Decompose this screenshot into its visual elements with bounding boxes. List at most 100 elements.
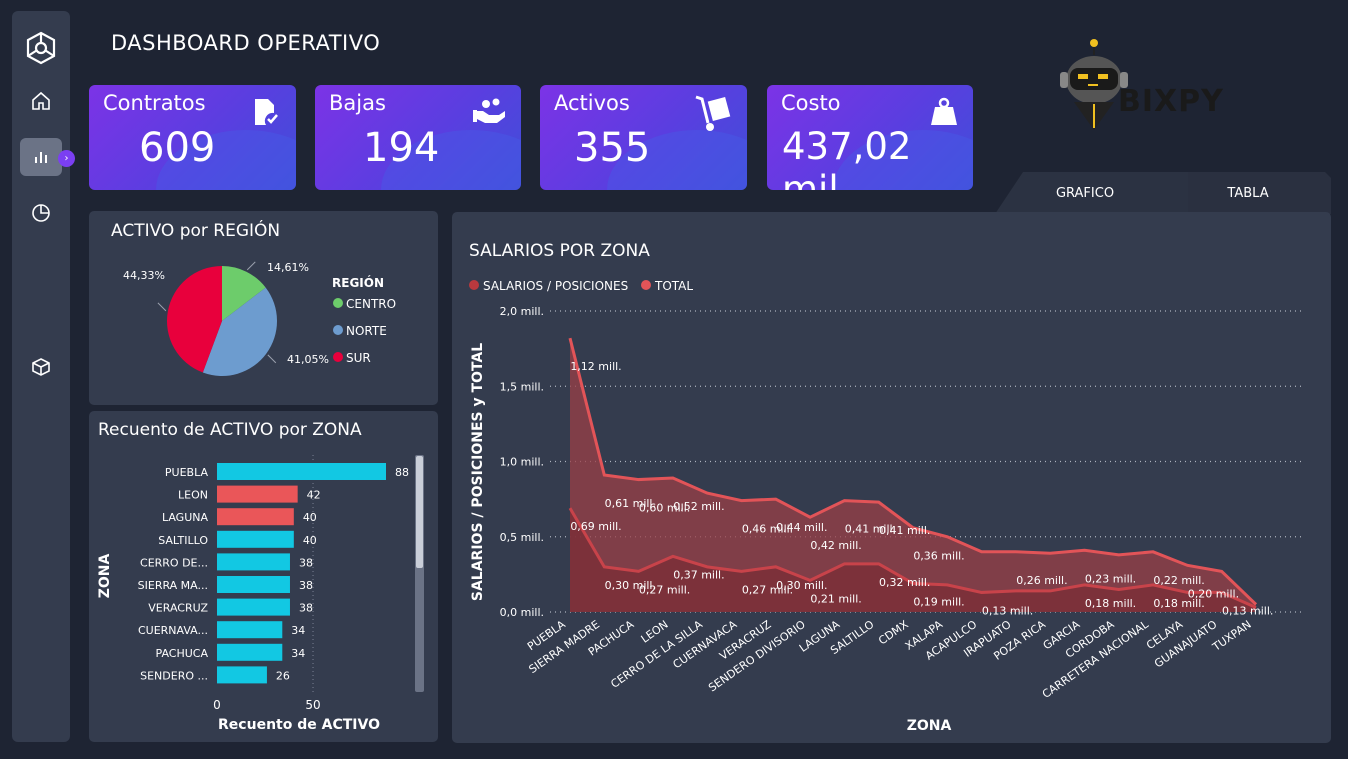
bar-5[interactable] [217,576,290,593]
page-title: DASHBOARD OPERATIVO [111,31,381,55]
area-y-tick: 1,5 mill. [500,380,544,393]
bar-7[interactable] [217,621,283,639]
tab-tabla[interactable]: TABLA [1188,172,1308,214]
area-data-label: 0,19 mill. [913,595,964,608]
hand-truck-icon [693,93,733,137]
view-tabs: GRAFICO TABLA [995,172,1331,214]
contract-icon [250,97,282,133]
pie-data-label: 41,05% [287,353,329,366]
pie-legend-title: REGIÓN [332,275,384,290]
kpi-value: 437,02 mil [782,125,912,190]
sidebar: › [12,11,75,742]
bixpy-logo: BIXPY [1052,38,1252,133]
pie-chart-icon[interactable] [20,194,62,232]
kpi-value: 194 [363,125,440,171]
pie-leader-line [267,354,277,364]
bar-x-tick: 50 [305,698,320,712]
kpi-card-costo: Costo 437,02 mil [767,85,973,190]
bar-9[interactable] [217,666,267,684]
kpi-value: 609 [139,125,216,171]
bar-value-label: 38 [299,579,313,592]
bar-1[interactable] [217,485,298,503]
bar-card: Recuento de ACTIVO por ZONA PUEBLA 88 LEON… [89,411,438,742]
area-x-axis-label: ZONA [907,718,952,734]
kpi-card-bajas: Bajas 194 [315,85,521,190]
pie-chart: 14,61% 41,05% 44,33% CENTRO NORTE SUR REGIÓN [123,261,396,376]
area-data-label: 0,69 mill. [570,520,621,533]
area-data-label: 0,21 mill. [810,592,861,605]
bar-category-label: SENDERO ... [140,669,208,682]
bar-value-label: 34 [291,624,305,637]
handshake-icon [473,97,507,131]
bar-category-label: LEON [178,489,208,502]
bar-category-label: LAGUNA [162,511,209,524]
area-y-tick: 1,0 mill. [500,456,544,469]
bar-category-label: SALTILLO [158,534,208,547]
area-data-label: 0,36 mill. [913,550,964,563]
bar-category-label: CERRO DE... [140,556,208,569]
area-data-label: 0,13 mill. [982,604,1033,617]
bar-category-label: PACHUCA [156,647,209,660]
cube-icon[interactable] [20,348,62,386]
bar-0[interactable] [217,463,386,480]
kpi-label: Contratos [103,91,206,115]
area-data-label: 0,52 mill. [673,500,724,513]
area-y-tick: 0,5 mill. [500,531,544,544]
bar-2[interactable] [217,508,294,526]
kpi-card-contratos: Contratos 609 [89,85,296,190]
area-data-label: 0,13 mill. [1222,604,1273,617]
bar-value-label: 40 [303,511,317,524]
bar-x-axis-label: Recuento de ACTIVO [218,717,380,733]
pie-legend-marker [333,325,343,335]
pie-card: ACTIVO por REGIÓN 14,61% 41,05% 44,33% CENT… [89,211,438,405]
area-data-label: 0,37 mill. [673,568,724,581]
bar-value-label: 40 [303,534,317,547]
bar-3[interactable] [217,530,294,548]
bar-x-tick: 0 [213,698,221,712]
bar-6[interactable] [217,598,290,616]
bar-value-label: 26 [276,669,290,682]
area-data-label: 0,27 mill. [639,583,690,596]
pie-leader-line [246,261,256,271]
bar-value-label: 38 [299,602,313,615]
bar-category-label: CUERNAVA... [138,624,208,637]
area-card: SALARIOS POR ZONA SALARIOS / POSICIONES … [452,212,1331,743]
tab-grafico[interactable]: GRAFICO [1025,172,1145,214]
area-x-tick: TUXPAN [1209,618,1253,654]
kpi-label: Activos [554,91,630,115]
legend-salarios-label: SALARIOS / POSICIONES [483,279,628,293]
bar-scrollbar-thumb[interactable] [416,456,423,568]
home-icon[interactable] [20,82,62,120]
pie-legend-label[interactable]: CENTRO [346,297,396,311]
bar-8[interactable] [217,643,283,661]
area-chart: SALARIOS / POSICIONES TOTAL 0,0 mill. 0,5… [469,279,1304,734]
area-data-label: 0,42 mill. [810,539,861,552]
weight-bag-icon [929,97,959,131]
area-y-axis-label: SALARIOS / POSICIONES y TOTAL [470,343,486,601]
area-data-label: 0,18 mill. [1153,597,1204,610]
pie-data-label: 44,33% [123,269,165,282]
bar-category-label: SIERRA MA... [138,579,208,592]
kpi-card-activos: Activos 355 [540,85,747,190]
bar-category-label: VERACRUZ [148,602,208,615]
pie-legend-label[interactable]: SUR [346,351,371,365]
bar-chart-icon[interactable] [20,138,62,176]
expand-sidebar-icon[interactable]: › [58,150,75,167]
bar-value-label: 42 [307,489,321,502]
kpi-label: Bajas [329,91,386,115]
legend-total-label: TOTAL [654,279,693,293]
area-data-label: 0,44 mill. [776,521,827,534]
legend-total-marker [641,280,651,290]
area-data-label: 0,32 mill. [879,576,930,589]
area-y-tick: 0,0 mill. [500,606,544,619]
legend-salarios-marker [469,280,479,290]
bar-4[interactable] [217,553,290,571]
pie-legend-label[interactable]: NORTE [346,324,387,338]
bar-value-label: 38 [299,556,313,569]
logo-text: BIXPY [1118,84,1224,119]
pie-leader-line [157,302,167,312]
kpi-value: 355 [574,125,651,171]
bar-value-label: 34 [291,647,305,660]
app-logo-icon[interactable] [20,29,62,67]
bar-chart: PUEBLA 88 LEON 42 LAGUNA 40 SALTILLO 40 CERRO DE… [97,455,424,733]
